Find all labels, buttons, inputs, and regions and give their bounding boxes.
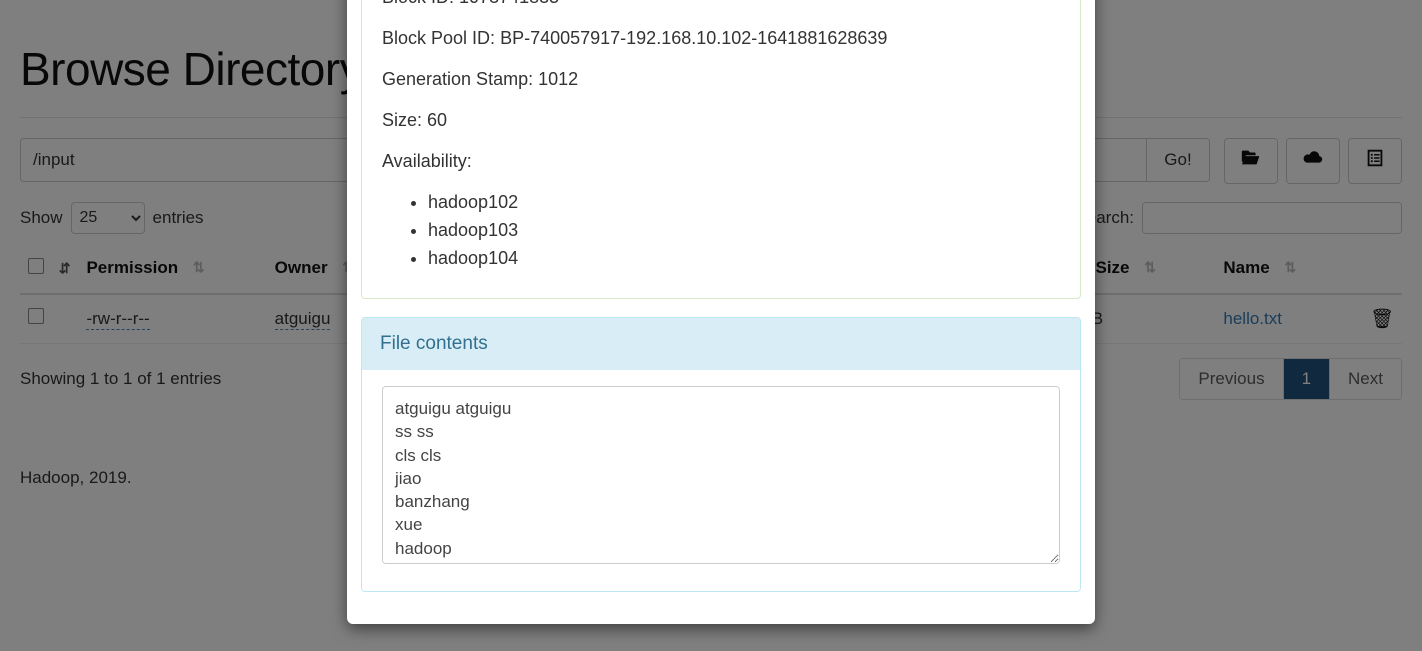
file-panel-body: atguigu atguigu ss ss cls cls jiao banzh… xyxy=(362,370,1080,591)
file-contents-textarea[interactable]: atguigu atguigu ss ss cls cls jiao banzh… xyxy=(382,386,1060,564)
list-item: hadoop103 xyxy=(428,220,1060,241)
availability-list: hadoop102 hadoop103 hadoop104 xyxy=(382,192,1060,269)
list-item: hadoop102 xyxy=(428,192,1060,213)
size-value: 60 xyxy=(427,110,448,130)
availability-label: Availability: xyxy=(382,151,472,171)
generation-stamp-label: Generation Stamp: xyxy=(382,69,534,89)
file-contents-panel: File contents atguigu atguigu ss ss cls … xyxy=(361,317,1081,592)
block-pool-id-label: Block Pool ID: xyxy=(382,28,496,48)
block-id-label: Block ID: xyxy=(382,0,454,7)
block-information-panel: Block information Block 0 Block ID: 1073… xyxy=(361,0,1081,299)
generation-stamp-row: Generation Stamp: 1012 xyxy=(382,69,1060,90)
size-label: Size: xyxy=(382,110,423,130)
list-item: hadoop104 xyxy=(428,248,1060,269)
block-pool-id-value: BP-740057917-192.168.10.102-164188162863… xyxy=(500,28,888,48)
file-panel-header: File contents xyxy=(362,318,1080,370)
block-pool-id-row: Block Pool ID: BP-740057917-192.168.10.1… xyxy=(382,28,1060,49)
block-panel-body: Block ID: 1073741835 Block Pool ID: BP-7… xyxy=(362,0,1080,298)
block-id-row: Block ID: 1073741835 xyxy=(382,0,1060,8)
generation-stamp-value: 1012 xyxy=(538,69,579,89)
modal-body: Block information Block 0 Block ID: 1073… xyxy=(347,0,1095,624)
file-info-modal: Block information Block 0 Block ID: 1073… xyxy=(347,0,1095,624)
block-id-value: 1073741835 xyxy=(459,0,559,7)
file-panel-title: File contents xyxy=(380,333,488,354)
size-row: Size: 60 xyxy=(382,110,1060,131)
